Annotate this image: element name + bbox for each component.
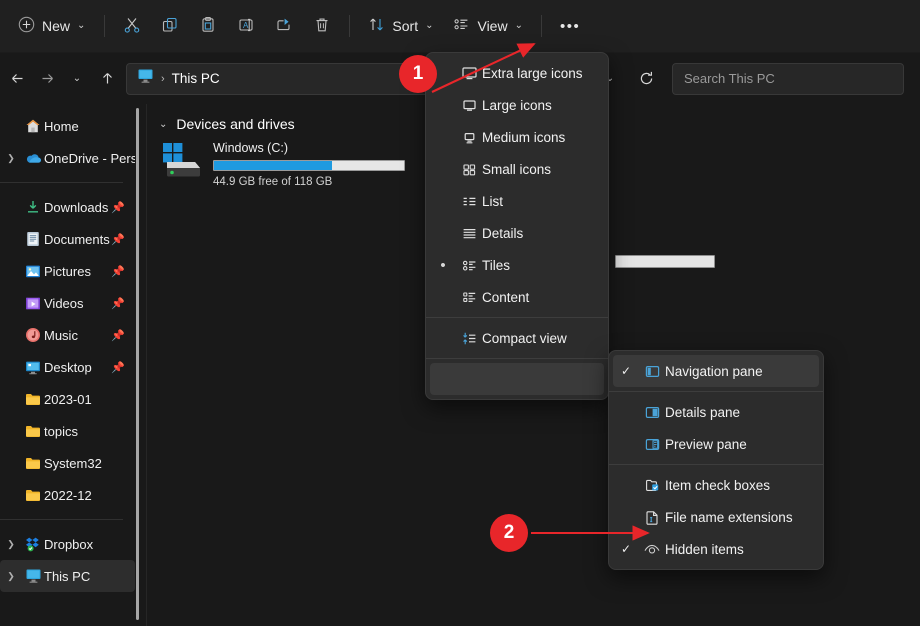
annotation-arrow-1 xyxy=(0,0,920,626)
file-explorer-window: New ⌄ A xyxy=(0,0,920,626)
annotation-badge-2: 2 xyxy=(490,514,528,552)
annotation-badge-1: 1 xyxy=(399,55,437,93)
